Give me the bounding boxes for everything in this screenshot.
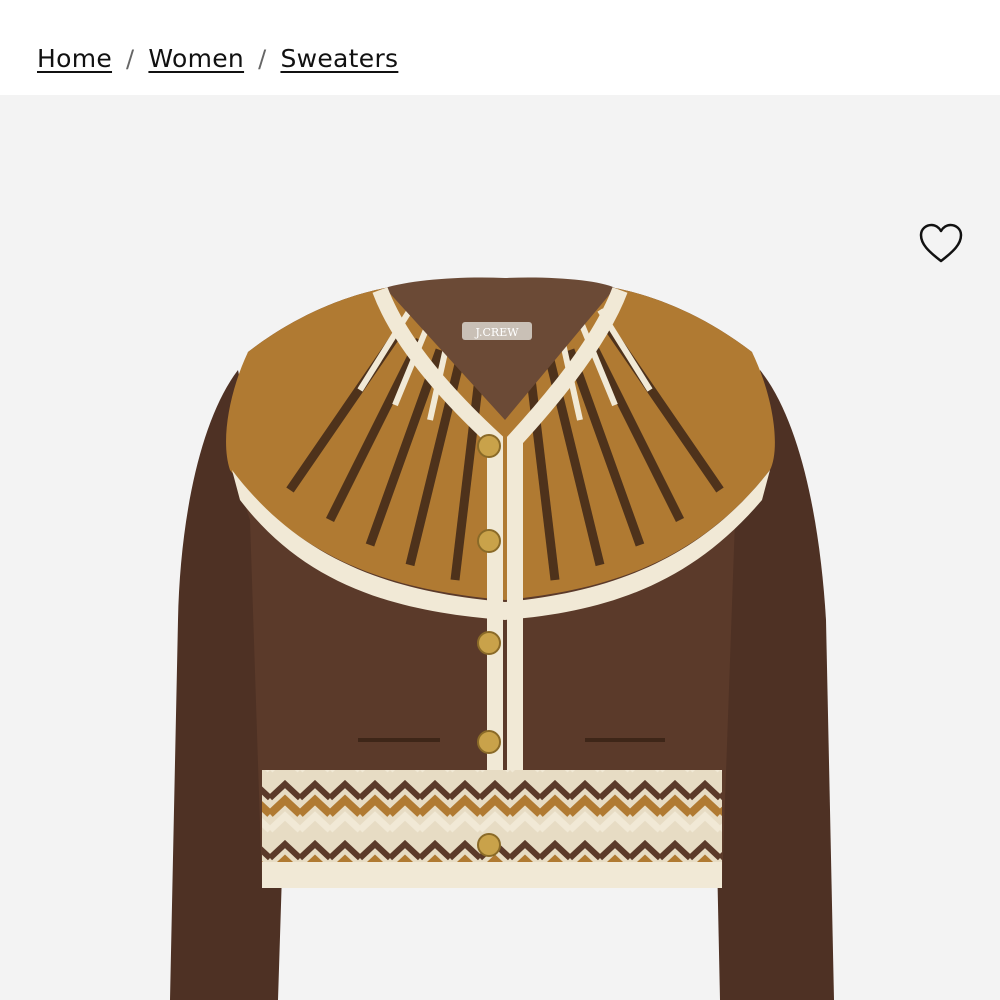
breadcrumb-separator: / [258, 44, 267, 73]
breadcrumb-separator: / [126, 44, 135, 73]
button [477, 833, 501, 857]
svg-text:J.CREW: J.CREW [474, 326, 519, 339]
button [477, 434, 501, 458]
breadcrumb-home-link[interactable]: Home [37, 44, 112, 73]
button [477, 631, 501, 655]
breadcrumb-women-link[interactable]: Women [148, 44, 244, 73]
button [477, 730, 501, 754]
header-bar: Home / Women / Sweaters [0, 0, 1000, 95]
button [477, 529, 501, 553]
product-image-gallery[interactable]: J.CREW [0, 95, 1000, 1000]
wishlist-heart-icon[interactable] [918, 223, 964, 265]
breadcrumb-sweaters-link[interactable]: Sweaters [280, 44, 398, 73]
product-image: J.CREW [170, 277, 834, 1000]
breadcrumb: Home / Women / Sweaters [37, 44, 398, 73]
